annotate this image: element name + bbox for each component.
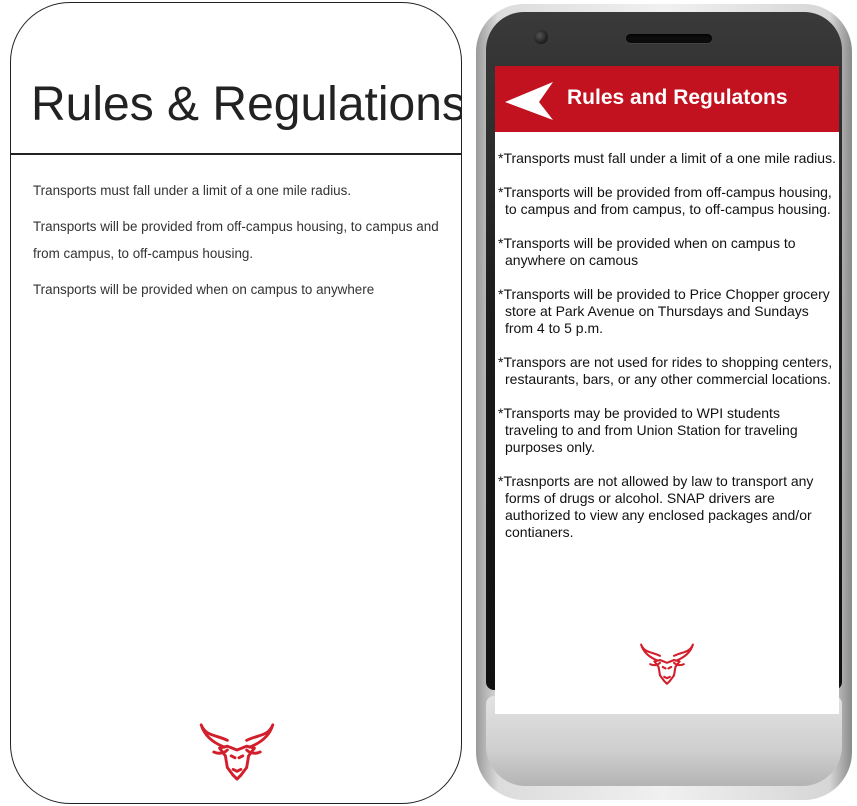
- wireframe-rule-item: Transports will be provided when on camp…: [33, 282, 375, 297]
- phone-mockup: Rules and Regulatons *Transports must fa…: [476, 4, 852, 800]
- rule-item: *Transpors are not used for rides to sho…: [498, 354, 833, 387]
- wireframe-mockup: Rules & Regulations Transports must fall…: [10, 2, 462, 804]
- rule-item: *Transports will be provided to Price Ch…: [498, 286, 830, 336]
- goat-logo-icon: [640, 643, 694, 685]
- rule-item: *Transports will be provided when on cam…: [498, 235, 796, 268]
- wireframe-header: Rules & Regulations: [11, 3, 461, 153]
- wireframe-rule-item: Transports must fall under a limit of a …: [33, 183, 352, 198]
- wireframe-rule-item: Transports will be provided from off-cam…: [33, 219, 439, 261]
- camera-icon: [534, 30, 548, 44]
- rule-item: *Transports will be provided from off-ca…: [498, 184, 832, 217]
- rules-list: *Transports must fall under a limit of a…: [498, 150, 836, 558]
- goat-logo-icon: [199, 723, 275, 781]
- wireframe-title: Rules & Regulations: [31, 78, 461, 131]
- back-arrow-icon[interactable]: [503, 80, 553, 122]
- speaker-grille: [626, 34, 712, 43]
- rule-item: *Transports may be provided to WPI stude…: [498, 405, 798, 455]
- rule-item: *Trasnports are not allowed by law to tr…: [498, 473, 814, 540]
- app-screen: Rules and Regulatons *Transports must fa…: [495, 66, 839, 714]
- rule-item: *Transports must fall under a limit of a…: [498, 150, 836, 166]
- page-title: Rules and Regulatons: [567, 86, 788, 109]
- app-header: Rules and Regulatons: [495, 66, 839, 132]
- wireframe-divider: [11, 153, 461, 155]
- wireframe-rule-list: Transports must fall under a limit of a …: [33, 177, 453, 312]
